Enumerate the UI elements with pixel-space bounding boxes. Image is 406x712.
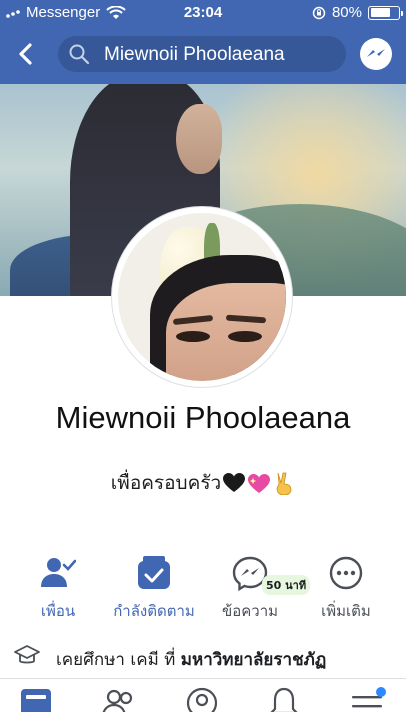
news-feed-icon	[21, 689, 51, 712]
victory-hand-icon	[276, 472, 292, 495]
sparkling-heart-icon	[248, 474, 271, 493]
education-text: เคยศึกษา เคมี ที่ มหาวิทยาลัยราชภัฏ	[56, 646, 326, 673]
orientation-lock-icon	[312, 6, 326, 19]
battery-percent: 80%	[331, 4, 362, 21]
tab-menu[interactable]	[350, 687, 386, 712]
more-icon	[329, 556, 363, 590]
profile-icon	[186, 687, 218, 712]
battery-icon	[368, 5, 403, 20]
education-prefix: เคยศึกษา เคมี ที่	[56, 650, 176, 670]
more-label: เพิ่มเติม	[321, 602, 371, 620]
graduation-cap-icon	[14, 645, 40, 664]
tab-notifications[interactable]	[266, 687, 302, 712]
back-icon[interactable]	[12, 40, 40, 68]
profile-picture[interactable]	[118, 213, 286, 381]
tab-friends[interactable]	[101, 687, 137, 712]
tab-profile[interactable]	[184, 687, 220, 712]
tab-news-feed[interactable]	[18, 687, 54, 712]
black-heart-icon	[223, 473, 246, 492]
following-button[interactable]: กำลังติดตาม	[104, 555, 204, 625]
status-bar: Messenger 23:04 80%	[0, 0, 406, 26]
education-info: เคยศึกษา เคมี ที่ มหาวิทยาลัยราชภัฏ	[0, 640, 406, 674]
search-icon	[69, 44, 90, 65]
bottom-tab-bar	[0, 678, 406, 712]
message-button[interactable]: 50 นาที ข้อความ	[200, 555, 311, 625]
search-input[interactable]: Miewnoii Phoolaeana	[104, 44, 285, 66]
more-button[interactable]: เพิ่มเติม	[296, 555, 396, 625]
friends-icon	[102, 689, 133, 712]
top-header: Messenger 23:04 80% Miewnoii Phoolaeana	[0, 0, 406, 84]
education-school[interactable]: มหาวิทยาลัยราชภัฏ	[181, 650, 326, 670]
profile-actions: เพื่อน กำลังติดตาม 50 นาที ข้อความ เพิ่ม…	[0, 555, 406, 625]
search-bar[interactable]: Miewnoii Phoolaeana	[58, 36, 346, 72]
notifications-icon	[270, 687, 298, 712]
nav-bar: Miewnoii Phoolaeana	[0, 30, 406, 80]
profile-bio: เพื่อครอบครัว	[0, 468, 406, 498]
friend-check-icon	[41, 558, 76, 587]
status-right: 80%	[312, 4, 403, 21]
menu-notification-dot	[376, 687, 386, 697]
friends-button[interactable]: เพื่อน	[8, 555, 108, 625]
messenger-icon[interactable]	[358, 36, 394, 72]
profile-name: Miewnoii Phoolaeana	[55, 400, 351, 435]
bio-text: เพื่อครอบครัว	[110, 472, 222, 494]
following-inbox-icon	[138, 556, 170, 589]
